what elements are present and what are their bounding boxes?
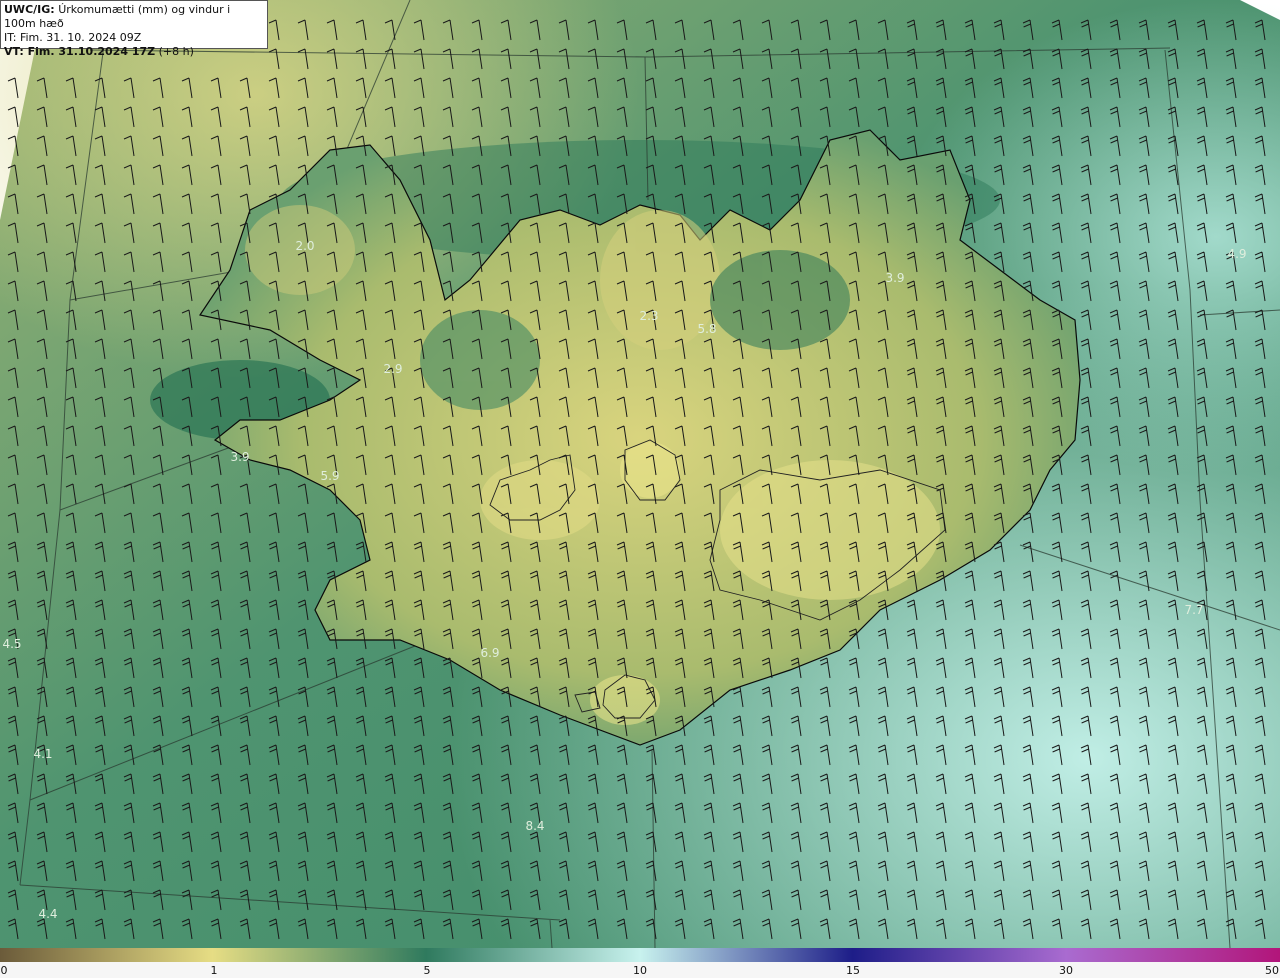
value-label: 2.9 bbox=[383, 362, 402, 376]
value-label: 8.4 bbox=[525, 819, 544, 833]
colorbar: 0 1 5 10 15 30 50 bbox=[0, 948, 1280, 978]
colorbar-tick-label: 10 bbox=[633, 964, 647, 977]
colorbar-tick-label: 15 bbox=[846, 964, 860, 977]
value-label: 2.0 bbox=[295, 239, 314, 253]
value-label: 4.1 bbox=[33, 747, 52, 761]
precipitation-map[interactable]: 2.0 3.9 4.9 2.3 5.8 2.9 3.9 5.9 4.5 6.9 7.7 4.1 8.4 4… bbox=[0, 0, 1280, 948]
model-name: UWC/IG: bbox=[4, 3, 55, 16]
lead-time: (+8 h) bbox=[158, 45, 194, 58]
colorbar-tick-label: 1 bbox=[210, 964, 218, 977]
forecast-info-box: UWC/IG: Úrkomumætti (mm) og vindur i 100… bbox=[0, 0, 268, 58]
value-label: 4.9 bbox=[1227, 247, 1246, 261]
colorbar-tick-label: 30 bbox=[1059, 964, 1073, 977]
init-time: IT: Fim. 31. 10. 2024 09Z bbox=[4, 31, 142, 44]
colorbar-tick-label: 50 bbox=[1265, 964, 1279, 977]
value-label: 2.3 bbox=[639, 309, 658, 323]
colorbar-strip bbox=[0, 948, 1280, 962]
colorbar-tick-label: 5 bbox=[423, 964, 431, 977]
value-label: 5.9 bbox=[320, 469, 339, 483]
value-label: 6.9 bbox=[480, 646, 499, 660]
value-label: 4.5 bbox=[2, 637, 21, 651]
valid-time: VT: Fim. 31.10.2024 17Z bbox=[4, 45, 156, 58]
value-label: 7.7 bbox=[1184, 603, 1203, 617]
value-label: 3.9 bbox=[885, 271, 904, 285]
value-label: 3.9 bbox=[230, 450, 249, 464]
title-line: UWC/IG: Úrkomumætti (mm) og vindur i 100… bbox=[4, 3, 264, 31]
valid-time-line: VT: Fim. 31.10.2024 17Z (+8 h) bbox=[4, 45, 264, 59]
value-label: 5.8 bbox=[697, 322, 716, 336]
colorbar-tick-label: 0 bbox=[0, 964, 8, 977]
value-label: 4.4 bbox=[38, 907, 57, 921]
